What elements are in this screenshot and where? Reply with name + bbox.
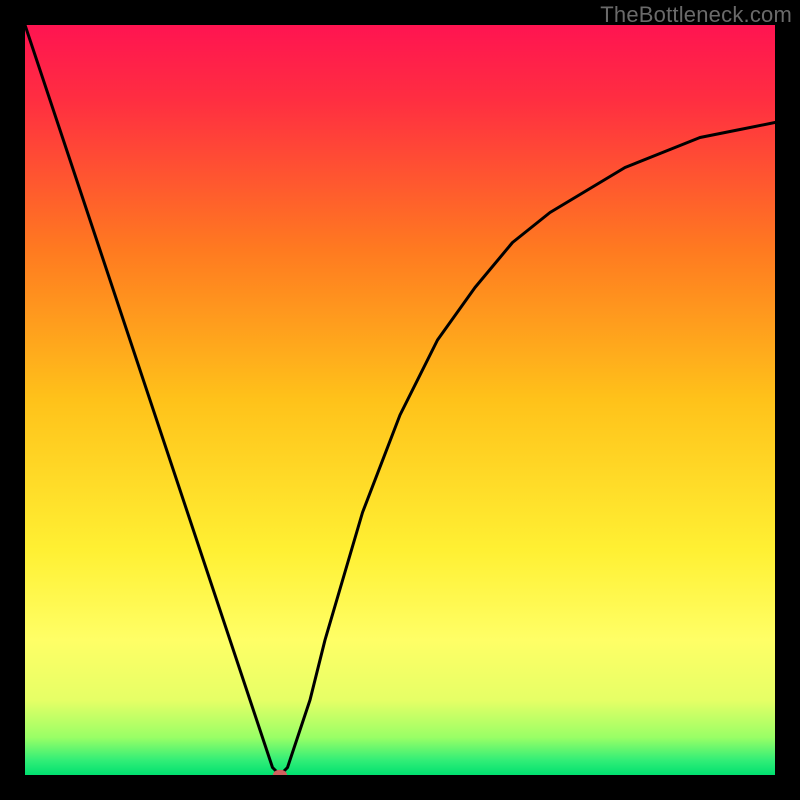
bottleneck-curve	[25, 25, 775, 775]
chart-frame: TheBottleneck.com	[0, 0, 800, 800]
plot-area	[25, 25, 775, 775]
watermark-text: TheBottleneck.com	[600, 2, 792, 28]
curve-layer	[25, 25, 775, 775]
